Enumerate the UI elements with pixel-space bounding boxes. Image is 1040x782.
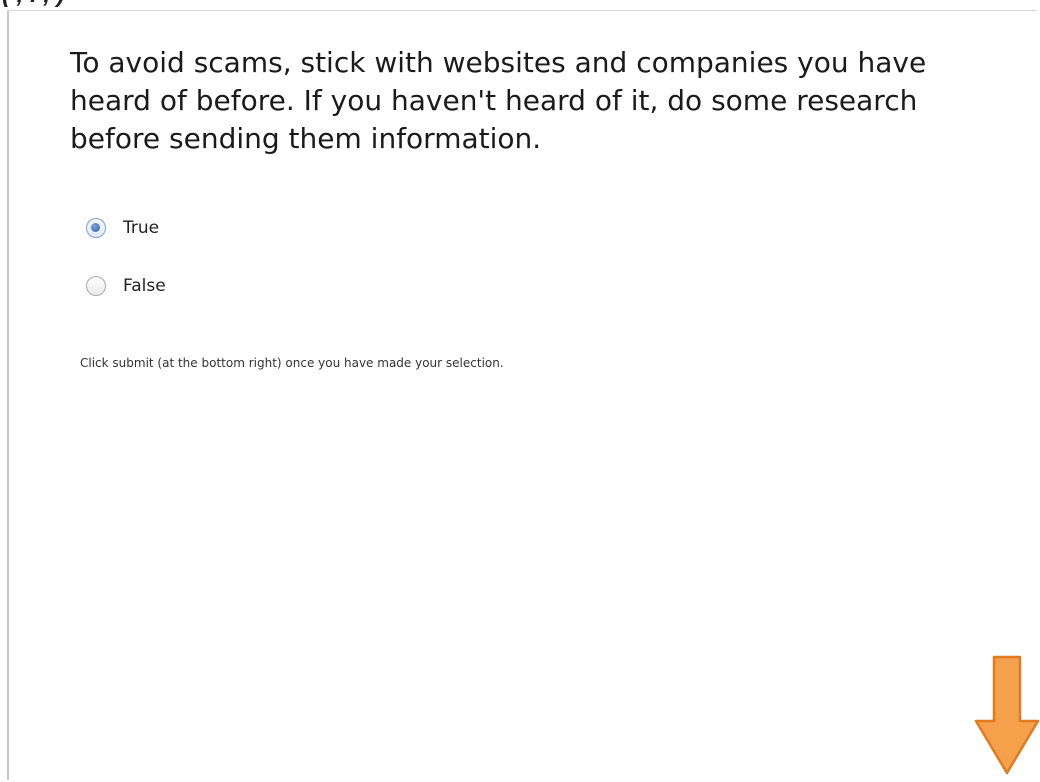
question-text: To avoid scams, stick with websites and … [70,46,927,155]
down-arrow-icon [974,655,1040,775]
option-true[interactable]: True [86,210,166,246]
option-true-label[interactable]: True [123,218,159,238]
instruction-text: Click submit (at the bottom right) once … [80,356,504,370]
top-caption: ( , . , ) [0,0,1040,10]
option-false[interactable]: False [86,268,166,304]
answer-options: True False [86,210,166,326]
radio-false[interactable] [86,276,106,296]
option-false-label[interactable]: False [123,276,166,296]
radio-true[interactable] [86,218,106,238]
